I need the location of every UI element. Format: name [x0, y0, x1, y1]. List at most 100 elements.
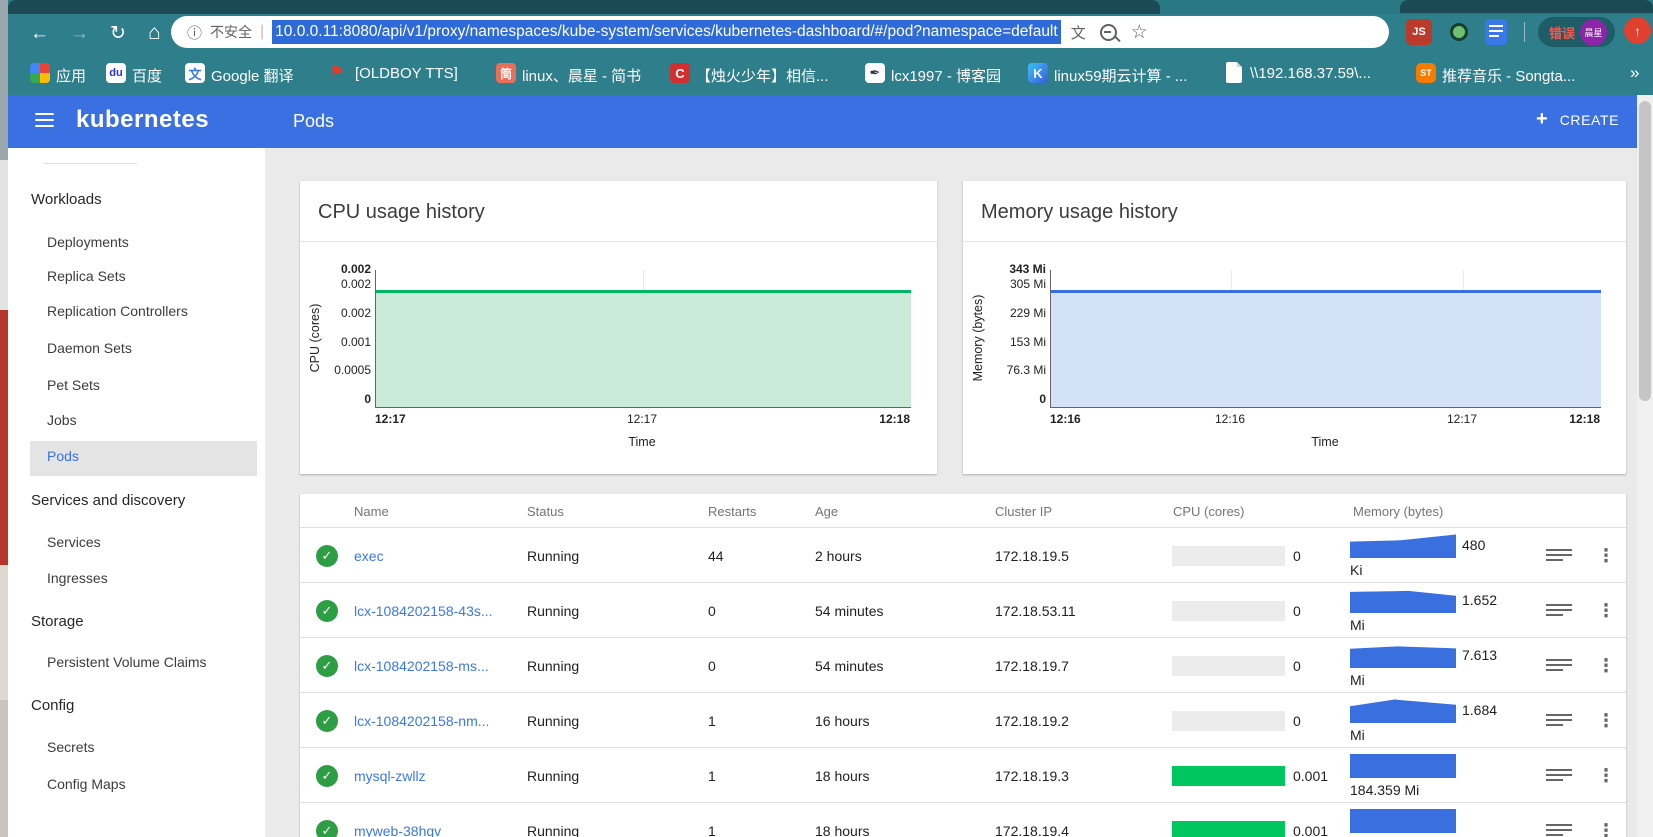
- bookmark-google-translate[interactable]: Google 翻译: [211, 65, 294, 86]
- cpu-yaxis-label: CPU (cores): [308, 303, 322, 373]
- update-browser-icon[interactable]: ↑: [1624, 17, 1651, 44]
- logs-icon[interactable]: [1546, 768, 1572, 783]
- star-icon[interactable]: ☆: [1131, 21, 1148, 44]
- pod-age: 54 minutes: [815, 602, 884, 619]
- cpu-value: 0: [1293, 657, 1301, 674]
- logs-icon[interactable]: [1546, 658, 1572, 673]
- sidebar-item-jobs[interactable]: Jobs: [47, 412, 77, 428]
- brand-logo[interactable]: kubernetes: [76, 106, 209, 134]
- memory-sparkline-cell: [1350, 809, 1510, 837]
- bookmark-jianshu[interactable]: linux、晨星 - 简书: [522, 65, 641, 86]
- pod-name-link[interactable]: lcx-1084202158-nm...: [354, 713, 489, 729]
- table-row: ✓ lcx-1084202158-nm... Running 1 16 hour…: [300, 692, 1626, 748]
- row-menu-icon[interactable]: ⋮: [1597, 600, 1615, 621]
- logs-icon[interactable]: [1546, 713, 1572, 728]
- home-icon[interactable]: ⌂: [148, 22, 161, 43]
- bookmark-linux59[interactable]: linux59期云计算 - ...: [1054, 65, 1187, 86]
- sidebar-item-pods[interactable]: Pods: [47, 448, 79, 464]
- col-header-age[interactable]: Age: [815, 504, 838, 519]
- sidebar-item-deployments[interactable]: Deployments: [47, 234, 129, 250]
- memory-xaxis-label: Time: [1311, 435, 1339, 449]
- pod-name-link[interactable]: exec: [354, 548, 384, 564]
- create-button[interactable]: + CREATE: [1536, 108, 1619, 131]
- status-ok-icon: ✓: [316, 654, 338, 677]
- sidebar-item-secrets[interactable]: Secrets: [47, 739, 94, 755]
- scrollbar-thumb[interactable]: [1639, 101, 1651, 401]
- status-ok-icon: ✓: [316, 599, 338, 622]
- pod-status: Running: [527, 822, 580, 837]
- sidebar-item-services[interactable]: Services: [47, 534, 101, 550]
- info-icon[interactable]: ⓘ: [187, 22, 202, 43]
- sidebar-item-replication-controllers[interactable]: Replication Controllers: [47, 303, 188, 319]
- col-header-name[interactable]: Name: [354, 504, 389, 519]
- cpu-sparkline: [1172, 545, 1285, 566]
- cpu-sparkline: [1172, 820, 1285, 837]
- sidebar-item-ingresses[interactable]: Ingresses: [47, 570, 108, 586]
- pod-restarts: 44: [708, 547, 724, 564]
- bookmark-songtaste[interactable]: 推荐音乐 - Songta...: [1442, 65, 1575, 86]
- bookmark-baidu[interactable]: 百度: [132, 65, 162, 86]
- memory-xtick-0: 12:16: [1050, 412, 1081, 426]
- pod-name-link[interactable]: myweb-38hqv: [354, 823, 441, 837]
- memory-xtick-2: 12:17: [1446, 412, 1478, 426]
- extension-notes-icon[interactable]: [1485, 19, 1507, 45]
- bookmark-file-share[interactable]: \\192.168.37.59\...: [1250, 65, 1371, 82]
- bookmark-oldboy-tts[interactable]: [OLDBOY TTS]: [355, 65, 458, 82]
- page-scrollbar[interactable]: [1637, 95, 1653, 837]
- memory-chart-plot: [1050, 270, 1601, 408]
- cpu-value: 0: [1293, 712, 1301, 729]
- row-menu-icon[interactable]: ⋮: [1597, 710, 1615, 731]
- translate-icon[interactable]: 文: [1071, 22, 1086, 43]
- forward-icon[interactable]: →: [70, 24, 89, 43]
- col-header-cluster-ip[interactable]: Cluster IP: [995, 504, 1052, 519]
- logs-icon[interactable]: [1546, 548, 1572, 563]
- logs-icon[interactable]: [1546, 603, 1572, 618]
- reload-icon[interactable]: ↻: [110, 24, 126, 43]
- memory-ytick-max: 343 Mi: [1009, 262, 1046, 276]
- extension-search-icon[interactable]: [1446, 19, 1472, 45]
- pod-cluster-ip: 172.18.53.11: [995, 602, 1076, 619]
- profile-chip[interactable]: 错误 晨星: [1538, 17, 1615, 47]
- col-header-cpu[interactable]: CPU (cores): [1173, 504, 1245, 519]
- sidebar-section-storage: Storage: [31, 613, 84, 630]
- browser-tab-secondary[interactable]: [1400, 0, 1653, 13]
- browser-toolbar: ← → ↻ ⌂ ⓘ 不安全 | 10.0.0.11:8080/api/v1/pr…: [8, 14, 1653, 95]
- pod-name-link[interactable]: lcx-1084202158-ms...: [354, 658, 489, 674]
- pod-name-link[interactable]: mysql-zwllz: [354, 768, 426, 784]
- row-menu-icon[interactable]: ⋮: [1597, 765, 1615, 786]
- cpu-sparkline: [1172, 765, 1285, 786]
- col-header-restarts[interactable]: Restarts: [708, 504, 756, 519]
- extension-js-icon[interactable]: JS: [1406, 19, 1432, 45]
- avatar[interactable]: 晨星: [1580, 18, 1608, 46]
- menu-icon[interactable]: [35, 113, 54, 129]
- cpu-usage-card: CPU usage history 0.002 0.002 0.002 0.00…: [300, 181, 937, 474]
- logs-icon[interactable]: [1546, 823, 1572, 837]
- desktop-edge: [0, 0, 8, 837]
- back-icon[interactable]: ←: [30, 24, 49, 43]
- col-header-memory[interactable]: Memory (bytes): [1353, 504, 1443, 519]
- cpu-value: 0.001: [1293, 822, 1329, 837]
- zoom-out-icon[interactable]: [1099, 23, 1121, 42]
- bookmark-cnblogs[interactable]: lcx1997 - 博客园: [891, 65, 1001, 86]
- sidebar-item-pet-sets[interactable]: Pet Sets: [47, 377, 100, 393]
- url-bar[interactable]: ⓘ 不安全 | 10.0.0.11:8080/api/v1/proxy/name…: [171, 16, 1389, 48]
- baidu-favicon: du: [106, 63, 126, 83]
- bookmark-zhuhuo[interactable]: 【烛火少年】相信...: [696, 65, 829, 86]
- sidebar-item-replica-sets[interactable]: Replica Sets: [47, 268, 126, 284]
- browser-tab-active[interactable]: [8, 0, 1160, 14]
- row-menu-icon[interactable]: ⋮: [1597, 820, 1615, 837]
- memory-area-fill: [1051, 292, 1601, 407]
- url-text[interactable]: 10.0.0.11:8080/api/v1/proxy/namespaces/k…: [272, 20, 1061, 44]
- row-menu-icon[interactable]: ⋮: [1597, 545, 1615, 566]
- table-row: ✓ lcx-1084202158-43s... Running 0 54 min…: [300, 582, 1626, 638]
- apps-grid-icon[interactable]: [30, 63, 50, 83]
- col-header-status[interactable]: Status: [527, 504, 564, 519]
- sidebar-item-daemon-sets[interactable]: Daemon Sets: [47, 340, 132, 356]
- bookmark-apps[interactable]: 应用: [56, 65, 86, 86]
- row-menu-icon[interactable]: ⋮: [1597, 655, 1615, 676]
- sidebar-item-pvc[interactable]: Persistent Volume Claims: [47, 654, 207, 670]
- cnblogs-favicon: ✒: [865, 63, 885, 83]
- pod-name-link[interactable]: lcx-1084202158-43s...: [354, 603, 493, 619]
- bookmarks-overflow-icon[interactable]: »: [1630, 63, 1639, 83]
- sidebar-item-config-maps[interactable]: Config Maps: [47, 776, 126, 792]
